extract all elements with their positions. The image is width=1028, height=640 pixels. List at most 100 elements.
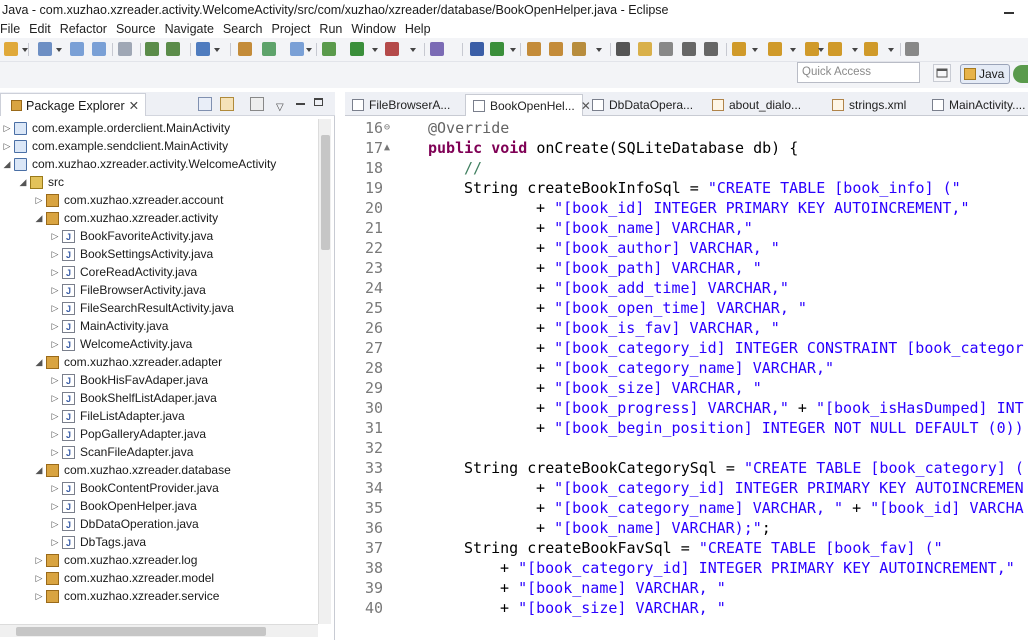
menu-window[interactable]: Window <box>351 20 395 38</box>
java-file-item[interactable]: ▷ BookContentProvider.java <box>0 479 318 498</box>
menu-source[interactable]: Source <box>116 20 156 38</box>
editor-tab[interactable]: about_dialo... <box>705 94 817 116</box>
last-edit-icon[interactable] <box>805 42 819 56</box>
collapsed-chevron-icon[interactable]: ▷ <box>50 299 60 317</box>
collapsed-chevron-icon[interactable]: ▷ <box>50 227 60 245</box>
new-package-icon[interactable] <box>490 42 504 56</box>
search-icon[interactable] <box>430 42 444 56</box>
menu-run[interactable]: Run <box>319 20 342 38</box>
project-item[interactable]: ▷ com.example.orderclient.MainActivity <box>0 119 318 137</box>
package-tree-horizontal-scrollbar[interactable] <box>0 624 318 637</box>
expanded-chevron-icon[interactable]: ◢ <box>34 353 44 371</box>
export-icon[interactable] <box>166 42 180 56</box>
java-file-item[interactable]: ▷ BookHisFavAdaper.java <box>0 371 318 390</box>
project-item[interactable]: ◢ com.xuzhao.xzreader.activity.WelcomeAct… <box>0 155 318 173</box>
project-item[interactable]: ▷ com.example.sendclient.MainActivity <box>0 137 318 155</box>
menu-file[interactable]: File <box>0 20 20 38</box>
collapsed-chevron-icon[interactable]: ▷ <box>50 371 60 389</box>
tools-icon[interactable] <box>572 42 586 56</box>
collapsed-chevron-icon[interactable]: ▷ <box>50 425 60 443</box>
chevron-down-icon[interactable] <box>752 48 758 52</box>
view-menu-icon[interactable] <box>250 97 264 111</box>
chevron-down-icon[interactable] <box>410 48 416 52</box>
open-project-icon[interactable] <box>238 42 252 56</box>
menu-search[interactable]: Search <box>223 20 263 38</box>
editor-tab[interactable]: FileBrowserA... <box>345 94 457 116</box>
package-item[interactable]: ◢ com.xuzhao.xzreader.database <box>0 461 318 479</box>
collapsed-chevron-icon[interactable]: ▷ <box>50 533 60 551</box>
debug-icon[interactable] <box>322 42 336 56</box>
new-class-icon[interactable] <box>470 42 484 56</box>
expanded-chevron-icon[interactable]: ◢ <box>2 155 12 173</box>
collapsed-chevron-icon[interactable]: ▷ <box>2 137 12 155</box>
menu-edit[interactable]: Edit <box>29 20 51 38</box>
chevron-down-icon[interactable] <box>214 48 220 52</box>
java-file-item[interactable]: ▷ BookFavoriteActivity.java <box>0 227 318 246</box>
collapsed-chevron-icon[interactable]: ▷ <box>34 551 44 569</box>
collapsed-chevron-icon[interactable]: ▷ <box>50 479 60 497</box>
collapsed-chevron-icon[interactable]: ▷ <box>50 317 60 335</box>
expanded-chevron-icon[interactable]: ◢ <box>18 173 28 191</box>
forward-icon[interactable] <box>864 42 878 56</box>
view-menu-chevron-icon[interactable]: ▽ <box>276 96 284 120</box>
menu-refactor[interactable]: Refactor <box>60 20 107 38</box>
package-explorer-tab[interactable]: Package Explorer ✕ <box>0 93 147 116</box>
chevron-down-icon[interactable] <box>372 48 378 52</box>
expanded-chevron-icon[interactable]: ◢ <box>34 461 44 479</box>
save-icon[interactable] <box>70 42 84 56</box>
collapse-all-icon[interactable] <box>198 97 212 111</box>
build-icon[interactable] <box>196 42 210 56</box>
editor-tab[interactable]: DbDataOpera... <box>585 94 697 116</box>
external-tools-icon[interactable] <box>385 42 399 56</box>
package-item[interactable]: ▷ com.xuzhao.xzreader.service <box>0 587 318 605</box>
code-editor[interactable]: 16 ⊖ @Override 17 ▲ public void onCreate(SQLi… <box>345 117 1028 640</box>
package-item[interactable]: ▷ com.xuzhao.xzreader.account <box>0 191 318 209</box>
java-file-item[interactable]: ▷ CoreReadActivity.java <box>0 263 318 282</box>
link-with-editor-icon[interactable] <box>220 97 234 111</box>
package-item[interactable]: ▷ com.xuzhao.xzreader.log <box>0 551 318 569</box>
expanded-chevron-icon[interactable]: ◢ <box>34 209 44 227</box>
collapsed-chevron-icon[interactable]: ▷ <box>34 191 44 209</box>
java-file-item[interactable]: ▷ FileListAdapter.java <box>0 407 318 426</box>
collapsed-chevron-icon[interactable]: ▷ <box>34 569 44 587</box>
new-icon[interactable] <box>4 42 18 56</box>
source-folder-item[interactable]: ◢ src <box>0 173 318 191</box>
editor-tab[interactable]: BookOpenHel... ✕ <box>465 94 591 116</box>
minimize-icon[interactable] <box>1002 2 1016 16</box>
open-folder-icon[interactable] <box>527 42 541 56</box>
java-file-item[interactable]: ▷ ScanFileAdapter.java <box>0 443 318 462</box>
fold-collapse-icon[interactable]: ⊖ <box>384 118 393 138</box>
collapsed-chevron-icon[interactable]: ▷ <box>50 407 60 425</box>
java-file-item[interactable]: ▷ BookOpenHelper.java <box>0 497 318 516</box>
open-perspective-button[interactable] <box>933 64 951 82</box>
debug-perspective-icon[interactable] <box>1013 65 1028 83</box>
open-type-icon[interactable] <box>38 42 52 56</box>
collapsed-chevron-icon[interactable]: ▷ <box>50 281 60 299</box>
chevron-down-icon[interactable] <box>56 48 62 52</box>
chevron-down-icon[interactable] <box>852 48 858 52</box>
mark-occurrences-icon[interactable] <box>638 42 652 56</box>
back-icon[interactable] <box>828 42 842 56</box>
java-perspective-button[interactable]: Java <box>960 64 1010 84</box>
java-file-item[interactable]: ▷ BookSettingsActivity.java <box>0 245 318 264</box>
java-file-item[interactable]: ▷ MainActivity.java <box>0 317 318 336</box>
import-icon[interactable] <box>145 42 159 56</box>
java-file-item[interactable]: ▷ DbDataOperation.java <box>0 515 318 534</box>
menu-help[interactable]: Help <box>405 20 431 38</box>
menu-navigate[interactable]: Navigate <box>165 20 214 38</box>
pin-editor-icon[interactable] <box>905 42 919 56</box>
collapsed-chevron-icon[interactable]: ▷ <box>50 515 60 533</box>
chevron-down-icon[interactable] <box>22 48 28 52</box>
minimize-view-icon[interactable] <box>296 103 305 105</box>
override-marker-icon[interactable]: ▲ <box>384 138 393 158</box>
package-item[interactable]: ◢ com.xuzhao.xzreader.adapter <box>0 353 318 371</box>
quick-access-input[interactable]: Quick Access <box>797 62 920 83</box>
android-icon[interactable] <box>262 42 276 56</box>
editor-tab[interactable]: MainActivity.... <box>925 94 1028 116</box>
scroll-thumb[interactable] <box>16 627 266 636</box>
maximize-view-icon[interactable] <box>314 98 323 106</box>
chevron-down-icon[interactable] <box>888 48 894 52</box>
chevron-down-icon[interactable] <box>306 48 312 52</box>
java-file-item[interactable]: ▷ PopGalleryAdapter.java <box>0 425 318 444</box>
java-file-item[interactable]: ▷ FileBrowserActivity.java <box>0 281 318 300</box>
